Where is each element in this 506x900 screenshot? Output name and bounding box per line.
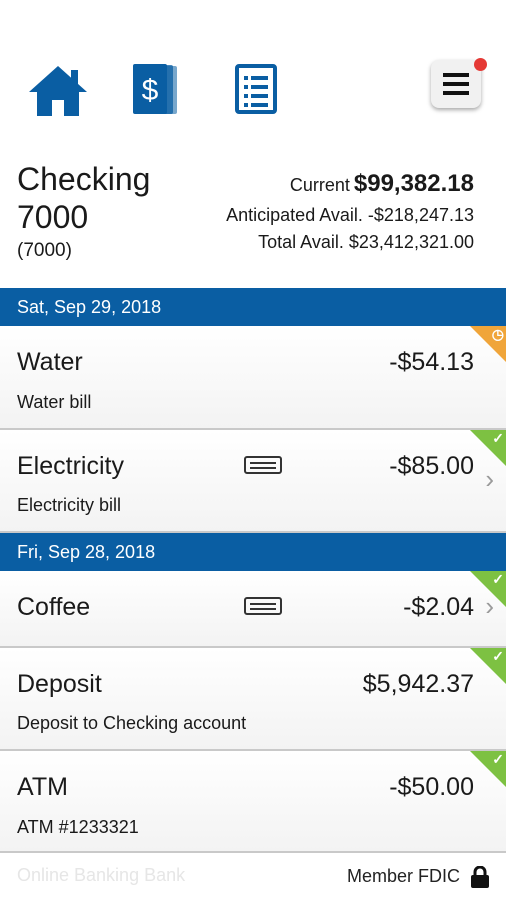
transaction-amount: -$50.00 [389, 773, 474, 801]
account-name: Checking 7000 [17, 161, 151, 235]
date-header: Sat, Sep 29, 2018 [0, 288, 506, 326]
transaction-row[interactable]: Coffee -$2.04 › ✓ [0, 571, 506, 648]
bank-name: Online Banking Bank [17, 865, 186, 885]
date-header: Fri, Sep 28, 2018 [0, 533, 506, 571]
check-icon: ✓ [492, 430, 504, 446]
chevron-right-icon[interactable]: › [485, 464, 494, 495]
transaction-row[interactable]: Deposit Deposit to Checking account $5,9… [0, 648, 506, 751]
lock-icon [471, 866, 489, 888]
statements-list-icon[interactable] [235, 64, 277, 114]
transaction-name: Water [17, 348, 83, 376]
footer: Online Banking Bank Member FDIC [0, 853, 506, 900]
card-icon [244, 597, 282, 615]
check-icon: ✓ [492, 648, 504, 664]
menu-button[interactable] [431, 58, 487, 108]
transaction-description: ATM #1233321 [17, 817, 139, 837]
transaction-description: Deposit to Checking account [17, 713, 247, 733]
transaction-row[interactable]: ATM ATM #1233321 -$50.00 ✓ [0, 751, 506, 853]
check-icon: ✓ [492, 571, 504, 587]
transaction-amount: -$85.00 [389, 452, 474, 480]
transaction-row[interactable]: Electricity Electricity bill -$85.00 › ✓ [0, 430, 506, 533]
transaction-name: Electricity [17, 452, 124, 480]
clock-icon: ◷ [491, 326, 504, 342]
check-icon: ✓ [492, 751, 504, 767]
transaction-name: Deposit [17, 670, 102, 698]
current-balance-label: Current [289, 175, 350, 195]
transaction-amount: -$54.13 [389, 348, 474, 376]
accounts-dollar-icon[interactable]: $ [133, 62, 181, 116]
notification-badge [474, 58, 487, 71]
account-summary: Checking 7000 (7000) Current $99,382.18 A… [0, 150, 506, 288]
card-icon [244, 456, 282, 474]
transaction-amount: -$2.04 [403, 593, 474, 621]
transaction-name: Coffee [17, 593, 91, 621]
home-icon[interactable] [27, 64, 89, 118]
total-available: Total Avail. $23,412,321.00 [258, 232, 474, 252]
transaction-amount: $5,942.37 [362, 670, 474, 698]
transaction-description: Water bill [17, 392, 92, 412]
svg-text:$: $ [142, 74, 159, 107]
anticipated-available: Anticipated Avail. -$218,247.13 [226, 205, 474, 225]
current-balance-value: $99,382.18 [353, 170, 474, 197]
member-fdic: Member FDIC [346, 866, 460, 886]
current-balance: Current $99,382.18 [290, 170, 474, 198]
account-number: (7000) [17, 240, 72, 261]
transaction-description: Electricity bill [17, 495, 122, 515]
transaction-row[interactable]: Water Water bill -$54.13 ◷ [0, 326, 506, 430]
top-navigation: $ [0, 0, 506, 150]
transaction-name: ATM [17, 773, 68, 801]
menu-hamburger-icon [443, 73, 469, 95]
